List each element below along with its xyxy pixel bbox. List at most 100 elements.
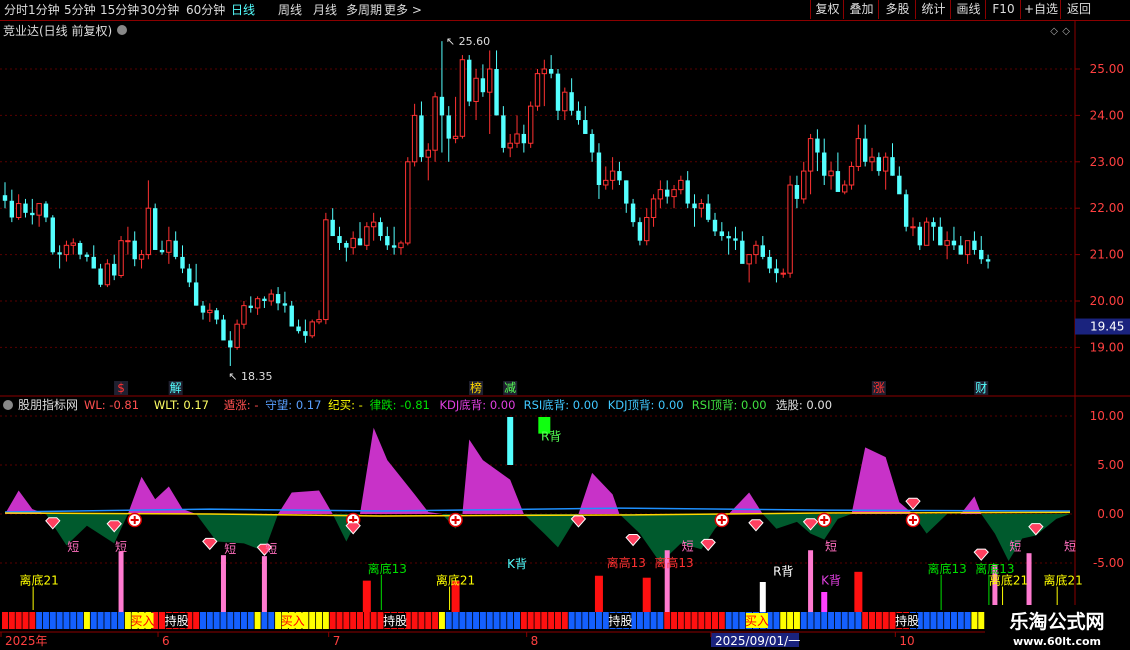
candle-up [603,179,609,186]
signal-strip-cell [834,612,841,629]
signal-strip-cell [800,612,807,629]
candle-up [801,170,807,200]
period-tab-2[interactable]: 5分钟 [64,1,96,19]
period-tab-10[interactable]: 更多 > [384,1,422,19]
price-tick-label: 23.00 [1090,155,1124,169]
signal-text: 短 [115,540,127,554]
toolbar-button-6[interactable]: +自选 [1020,0,1061,19]
candle-up [398,242,404,249]
price-tick-label: 25.00 [1090,62,1124,76]
signal-strip-cell [869,612,876,629]
candle-down [705,203,711,220]
candle-up [698,203,705,209]
signal-strip-cell [220,612,227,629]
strip-label: 持股 [608,613,632,628]
toolbar-button-1[interactable]: 叠加 [843,0,879,19]
candle-down [344,243,349,248]
candle-down [467,59,472,102]
toolbar-button-3[interactable]: 统计 [915,0,951,19]
diamond-gem-icon [973,548,989,561]
candle-up [316,319,322,323]
candle-down [917,226,923,246]
signal-strip-cell [589,612,596,629]
candle-down [57,252,62,255]
signal-text: 离底13 [368,561,407,576]
signal-bar-pink [118,551,124,612]
indicator-legend-item: RSI顶背: 0.00 [692,398,767,412]
candle-down [726,236,731,239]
signal-strip-cell [664,612,671,629]
signal-strip-cell [111,612,118,629]
signal-text: 短 [825,539,837,553]
candle-down [938,226,943,246]
diamond-icon: ◇ [1062,26,1070,37]
signal-strip-cell [104,612,111,629]
candle-up [855,138,862,167]
period-tab-8[interactable]: 月线 [313,1,337,19]
candle-down [303,331,308,336]
signal-strip-cell [15,612,22,629]
low-price-label: ↖ 18.35 [228,370,272,383]
toolbar-button-0[interactable]: 复权 [810,0,844,19]
diamond-gem-icon [700,538,716,552]
period-tab-0[interactable]: 分时 [4,1,28,19]
period-tab-4[interactable]: 30分钟 [140,1,179,19]
indicator-legend-item: 遁涨: - [224,398,259,412]
signal-strip-cell [957,612,964,629]
period-tab-6[interactable]: 日线 [231,1,255,19]
signal-strip-cell [595,612,602,629]
signal-strip-cell [42,612,49,629]
candle-down [112,263,117,276]
main-chart-title: 竞业达(日线 前复权) [3,23,112,38]
toolbar-button-7[interactable]: 返回 [1060,0,1097,19]
signal-bar-red [362,580,371,612]
candle-down [685,180,690,204]
signal-strip-cell [459,612,466,629]
candle-down [385,236,390,246]
signal-text: 离底21 [989,573,1028,588]
candle-up [828,170,834,177]
candle-down [719,231,725,237]
signal-text: 离高13 [607,555,646,570]
signal-strip-cell [712,612,718,629]
strip-label: 买入 [281,614,305,628]
signal-strip-cell [677,612,684,629]
price-tick-label: 21.00 [1090,248,1124,262]
signal-bar-red [854,571,863,612]
signal-strip-cell [193,612,200,629]
signal-strip-cell [950,612,957,629]
signal-text: R背 [773,565,793,579]
candle-up [241,305,247,325]
event-tag: 涨 [873,380,885,395]
candle-down [862,138,868,162]
candle-down [180,256,185,269]
sub-chart-title: 股朋指标网 [18,397,78,412]
toolbar-button-4[interactable]: 画线 [950,0,986,19]
signal-strip-cell [473,612,480,629]
candle-down [9,200,15,218]
candle-down [173,240,178,257]
signal-strip-cell [725,612,732,629]
candle-down [958,245,963,255]
period-tab-5[interactable]: 60分钟 [186,1,225,19]
period-tab-3[interactable]: 15分钟 [100,1,139,19]
signal-text: 短 [67,540,79,554]
candle-down [501,115,506,148]
stock-chart[interactable]: 19.00 20.00 21.00 22.00 23.00 24.00 25.00 竞业达(日… [0,21,1130,650]
period-tab-7[interactable]: 周线 [278,1,302,19]
signal-strip-cell [841,612,848,629]
candle-down [890,157,895,176]
signal-strip-cell [77,612,84,629]
candle-up [459,59,466,137]
period-tab-9[interactable]: 多周期 [346,1,382,19]
signal-strip-cell [261,612,268,629]
signal-strip-cell [90,612,97,629]
signal-text: 短 [1064,539,1076,553]
signal-strip-cell [541,612,548,629]
period-tab-1[interactable]: 1分钟 [28,1,60,19]
candle-down [23,203,28,213]
toolbar-button-5[interactable]: F10 [985,0,1021,19]
toolbar-button-2[interactable]: 多股 [878,0,916,19]
strip-label: 持股 [895,613,919,628]
signal-text: K背 [821,574,841,588]
